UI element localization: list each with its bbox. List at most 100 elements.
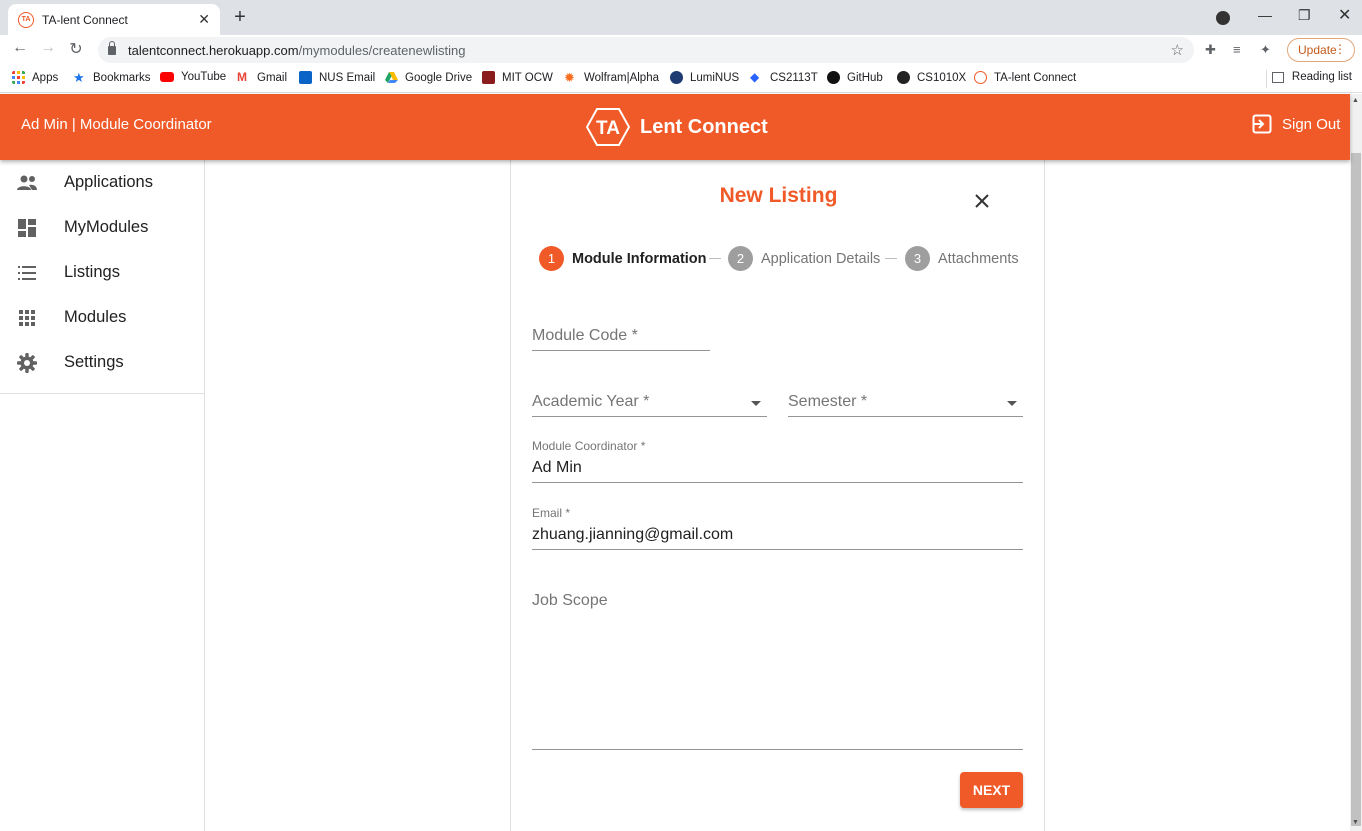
reading-list-button[interactable]: Reading list: [1271, 71, 1352, 83]
extensions-icon[interactable]: ✚: [1205, 42, 1216, 58]
bookmark-item[interactable]: MIT OCW: [482, 71, 553, 84]
bookmark-item[interactable]: CS1010X: [897, 71, 966, 84]
bookmark-item[interactable]: NUS Email: [299, 71, 375, 84]
browser-tab[interactable]: TA TA-lent Connect ✕: [8, 4, 220, 35]
bookmark-label: CS1010X: [917, 71, 967, 84]
bookmark-item[interactable]: ★ Bookmarks: [73, 71, 151, 84]
bookmark-label: Google Drive: [405, 71, 473, 84]
gear-icon: [16, 352, 38, 374]
lock-icon: [108, 40, 116, 55]
github-icon: [827, 71, 840, 84]
apps-icon: [16, 307, 38, 329]
reading-list-icon: [1271, 71, 1284, 83]
semester-select[interactable]: Semester *: [788, 386, 1023, 417]
sign-out-button[interactable]: Sign Out: [1252, 114, 1340, 134]
email-field[interactable]: Email * zhuang.jianning@gmail.com: [532, 506, 1023, 550]
wolfram-icon: ✹: [564, 70, 575, 85]
youtube-icon: [160, 72, 174, 82]
extension-bird-icon[interactable]: ✦: [1260, 42, 1271, 58]
talent-connect-icon: [974, 71, 987, 84]
talent-connect-favicon-icon: TA: [18, 11, 34, 28]
app-header: Ad Min | Module Coordinator TA Lent Conn…: [0, 94, 1350, 160]
restore-icon[interactable]: ❐: [1298, 7, 1311, 24]
bookmark-item[interactable]: YouTube: [160, 71, 226, 83]
stepper: 1 Module Information 2 Application Detai…: [539, 246, 1029, 272]
brand-logo[interactable]: TA Lent Connect: [586, 107, 768, 147]
step-module-information[interactable]: 1 Module Information: [539, 246, 707, 271]
drive-icon: [385, 72, 398, 83]
bookmark-label: YouTube: [181, 71, 227, 83]
next-button[interactable]: NEXT: [960, 772, 1023, 808]
sidebar-item-mymodules[interactable]: MyModules: [0, 205, 204, 250]
chevron-down-icon: [751, 401, 761, 406]
back-icon[interactable]: ←: [10, 39, 30, 57]
bookmark-label: MIT OCW: [502, 71, 553, 84]
scroll-up-icon[interactable]: ▲: [1352, 97, 1359, 104]
semester-placeholder: Semester *: [788, 393, 868, 410]
sidebar-item-listings[interactable]: Listings: [0, 250, 204, 295]
update-button[interactable]: Update ⋮: [1287, 38, 1355, 62]
tab-close-icon[interactable]: ✕: [198, 11, 210, 28]
sidebar-item-applications[interactable]: Applications: [0, 160, 204, 205]
window-close-icon[interactable]: ✕: [1338, 5, 1351, 25]
bookmarks-bar: Apps ★ Bookmarks YouTube M Gmail NUS Ema…: [0, 65, 1362, 93]
close-form-button[interactable]: [971, 190, 993, 212]
bookmark-item[interactable]: Apps: [12, 71, 58, 84]
bookmark-item[interactable]: Google Drive: [385, 71, 472, 84]
job-scope-placeholder: Job Scope: [532, 592, 608, 609]
sidebar-item-label: Listings: [64, 263, 120, 281]
bookmark-item[interactable]: ◆ CS2113T: [750, 71, 818, 84]
bookmark-label: LumiNUS: [690, 71, 740, 84]
sidebar-item-settings[interactable]: Settings: [0, 340, 204, 385]
scrollbar-thumb[interactable]: [1351, 153, 1361, 826]
bookmark-label: Gmail: [257, 71, 288, 84]
module-coordinator-field[interactable]: Module Coordinator * Ad Min: [532, 439, 1023, 483]
reload-icon[interactable]: ↻: [66, 39, 86, 59]
minimize-icon[interactable]: —: [1258, 7, 1272, 23]
bookmark-label: Bookmarks: [93, 71, 151, 84]
forward-icon[interactable]: →: [38, 39, 58, 57]
sidebar-item-modules[interactable]: Modules: [0, 295, 204, 340]
bookmarks-separator: [1266, 70, 1267, 88]
step-attachments[interactable]: 3 Attachments: [905, 246, 1019, 271]
page-scrollbar[interactable]: ▲ ▼: [1350, 94, 1362, 831]
step-label: Attachments: [938, 250, 1019, 267]
bookmark-item[interactable]: LumiNUS: [670, 71, 739, 84]
browser-toolbar: ← → ↻ talentconnect.herokuapp.com/mymodu…: [0, 35, 1362, 65]
mit-ocw-icon: [482, 71, 495, 84]
new-listing-card: New Listing 1 Module Information 2 Appli…: [510, 160, 1045, 831]
new-tab-icon[interactable]: +: [230, 6, 250, 29]
reading-list-label: Reading list: [1291, 71, 1352, 83]
graduation-cap-icon: ◆: [750, 70, 760, 84]
url-host: talentconnect.herokuapp.com: [128, 42, 299, 58]
outlook-icon: [299, 71, 312, 84]
url-path: /mymodules/createnewlisting: [298, 42, 466, 58]
step-connector: [709, 258, 721, 259]
scroll-down-icon[interactable]: ▼: [1352, 819, 1359, 826]
module-code-placeholder: Module Code *: [532, 327, 638, 344]
bookmark-item[interactable]: GitHub: [827, 71, 883, 84]
user-info: Ad Min | Module Coordinator: [21, 116, 212, 133]
bookmark-label: TA-lent Connect: [994, 71, 1077, 84]
bookmark-item[interactable]: ✹ Wolfram|Alpha: [564, 71, 659, 84]
bookmark-label: GitHub: [847, 71, 883, 84]
module-code-input[interactable]: Module Code *: [532, 320, 710, 351]
media-control-icon[interactable]: ≡: [1233, 42, 1241, 57]
profile-icon[interactable]: [1216, 11, 1230, 25]
step-application-details[interactable]: 2 Application Details: [728, 246, 880, 271]
bookmark-label: Apps: [32, 71, 59, 84]
sidebar-item-label: MyModules: [64, 218, 149, 236]
bookmark-label: NUS Email: [319, 71, 376, 84]
address-bar[interactable]: talentconnect.herokuapp.com/mymodules/cr…: [98, 37, 1194, 63]
browser-tab-strip: TA TA-lent Connect ✕ + — ❐ ✕: [0, 0, 1362, 35]
module-coordinator-value: Ad Min: [532, 459, 582, 476]
bookmark-star-icon[interactable]: ☆: [1171, 41, 1184, 59]
step-label: Application Details: [761, 250, 881, 267]
email-value: zhuang.jianning@gmail.com: [532, 526, 734, 543]
bookmark-item[interactable]: TA-lent Connect: [974, 71, 1076, 84]
job-scope-textarea[interactable]: Job Scope: [532, 588, 1023, 750]
bookmark-item[interactable]: M Gmail: [237, 71, 287, 84]
academic-year-select[interactable]: Academic Year *: [532, 386, 767, 417]
bookmark-label: CS2113T: [770, 71, 818, 84]
list-icon: [16, 262, 38, 284]
